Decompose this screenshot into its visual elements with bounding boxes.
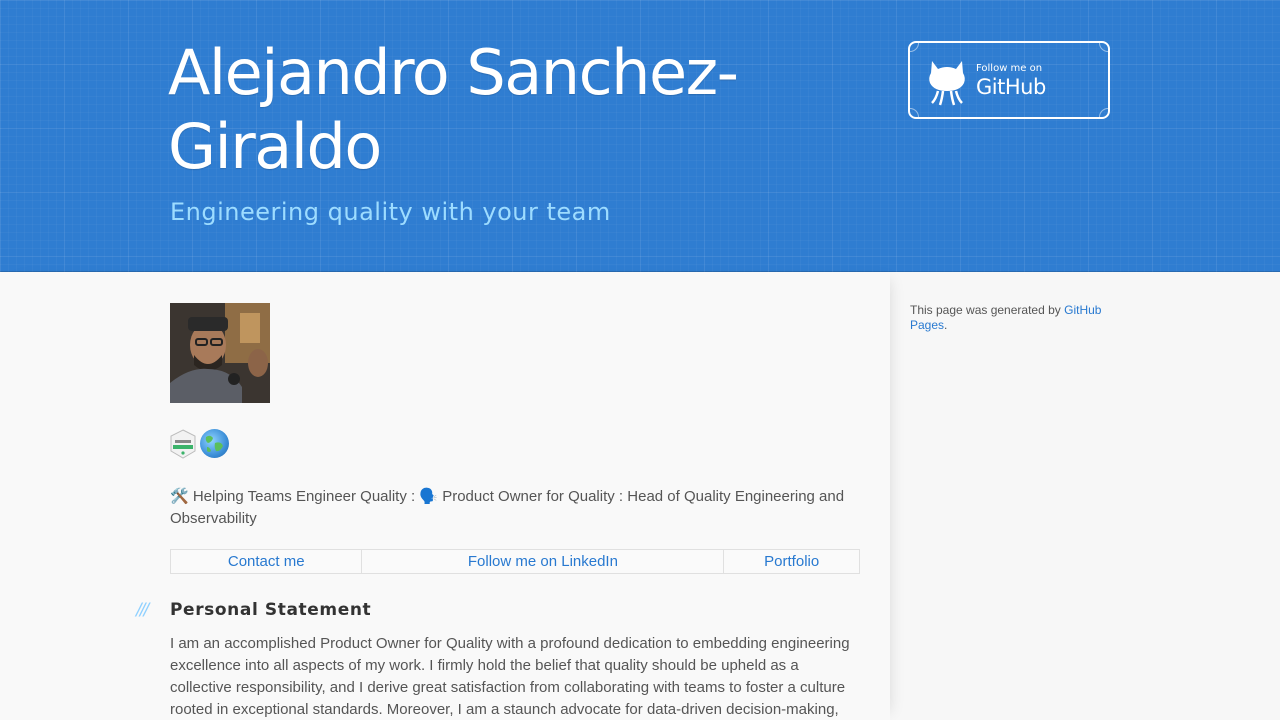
corner-decoration xyxy=(910,108,919,117)
contact-me-link[interactable]: Contact me xyxy=(171,550,363,573)
intro-text: 🛠️ Helping Teams Engineer Quality : 🗣️ P… xyxy=(170,488,845,527)
generated-suffix: . xyxy=(944,318,948,332)
section-heading: /// Personal Statement xyxy=(136,600,371,620)
corner-decoration xyxy=(1099,43,1108,52)
corner-decoration xyxy=(1099,108,1108,117)
links-bar: Contact me Follow me on LinkedIn Portfol… xyxy=(170,549,860,574)
tagline: Engineering quality with your team xyxy=(170,198,611,226)
personal-statement-title: Personal Statement xyxy=(170,600,372,620)
follow-github-button[interactable]: Follow me on GitHub xyxy=(908,41,1110,119)
avatar-image xyxy=(170,303,270,403)
site-header: Alejandro Sanchez-Giraldo Engineering qu… xyxy=(0,0,1280,272)
octocat-icon xyxy=(929,61,965,106)
avatar xyxy=(170,303,270,403)
heading-slashes: /// xyxy=(136,600,149,620)
linkedin-link[interactable]: Follow me on LinkedIn xyxy=(362,550,725,573)
badges-row xyxy=(170,429,229,459)
corner-decoration xyxy=(910,43,919,52)
generated-by-note: This page was generated by GitHub Pages. xyxy=(910,303,1110,333)
github-label: GitHub xyxy=(976,75,1046,99)
globe-badge-icon[interactable] xyxy=(200,429,229,458)
globe-icon xyxy=(205,435,223,452)
portfolio-link[interactable]: Portfolio xyxy=(724,550,859,573)
certification-badge-icon[interactable] xyxy=(170,429,196,459)
generated-prefix: This page was generated by xyxy=(910,303,1065,317)
page-title: Alejandro Sanchez-Giraldo xyxy=(168,36,739,183)
follow-me-text: Follow me on xyxy=(976,63,1043,74)
personal-statement-text: I am an accomplished Product Owner for Q… xyxy=(170,635,850,718)
